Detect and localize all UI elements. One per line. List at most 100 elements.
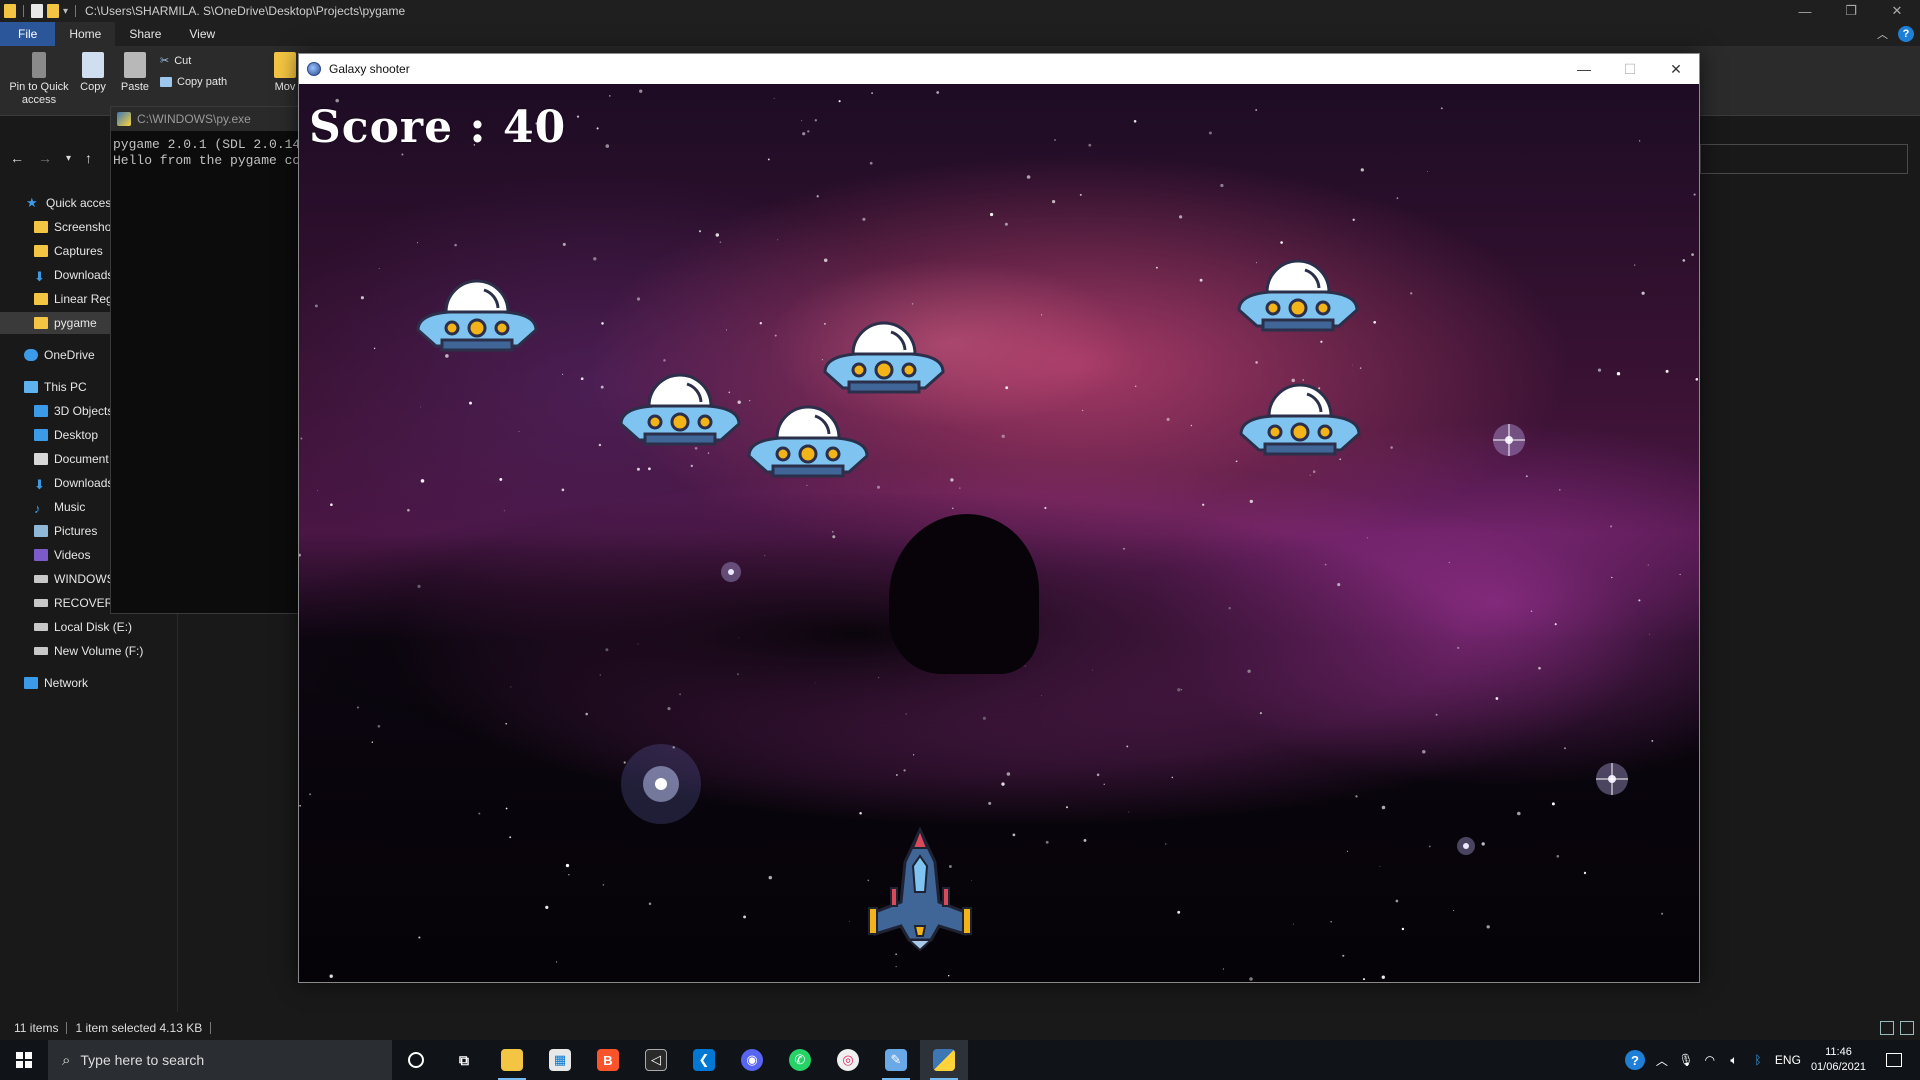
start-button[interactable] — [0, 1040, 48, 1080]
maximize-button[interactable]: ☐ — [1607, 54, 1653, 84]
drive-icon — [34, 599, 48, 607]
help-icon[interactable]: ? — [1898, 26, 1914, 42]
divider — [66, 1022, 68, 1034]
file-explorer-button[interactable] — [488, 1040, 536, 1080]
spaceship-shape — [868, 826, 972, 952]
ufo-shape — [1237, 259, 1359, 332]
tab-home[interactable]: Home — [55, 22, 116, 46]
nav-label: Music — [54, 500, 86, 514]
chevron-up-icon[interactable]: ︿ — [1877, 26, 1888, 42]
vscode-button[interactable]: ❮ — [680, 1040, 728, 1080]
discord-icon: ◉ — [741, 1049, 763, 1071]
whatsapp-icon: ✆ — [789, 1049, 811, 1071]
store-button[interactable]: ▦ — [536, 1040, 584, 1080]
scissors-icon: ✂ — [160, 55, 170, 67]
python-icon — [933, 1049, 955, 1071]
notification-button[interactable] — [1876, 1053, 1912, 1067]
cube-icon — [34, 405, 48, 417]
nav-label: Document — [54, 452, 109, 466]
minimize-button[interactable]: — — [1782, 0, 1828, 22]
game-window[interactable]: Galaxy shooter — ☐ ✕ Score : 40 — [298, 53, 1700, 983]
chevron-up-icon[interactable]: ︿ — [1655, 1053, 1669, 1068]
ufo-enemy — [1237, 259, 1359, 332]
nav-label: Network — [44, 676, 89, 690]
copy-path-button[interactable]: Copy path — [160, 76, 227, 88]
task-view-button[interactable]: ⧉ — [440, 1040, 488, 1080]
close-button[interactable]: ✕ — [1653, 54, 1699, 84]
close-button[interactable]: ✕ — [1874, 0, 1920, 22]
drive-icon — [34, 575, 48, 583]
tab-file[interactable]: File — [0, 22, 56, 46]
move-to-button[interactable]: Mov — [272, 52, 298, 94]
cloud-icon — [24, 349, 38, 361]
nav-new-volume-f[interactable]: New Volume (F:) — [0, 640, 178, 662]
chevron-down-icon[interactable]: ▾ — [63, 6, 68, 17]
divider — [23, 5, 24, 17]
brave-button[interactable]: B — [584, 1040, 632, 1080]
explorer-titlebar: ▾ C:\Users\SHARMILA. S\OneDrive\Desktop\… — [0, 0, 1920, 22]
selection-info: 1 item selected 4.13 KB — [75, 1021, 203, 1035]
store-icon: ▦ — [549, 1049, 571, 1071]
search-box[interactable] — [1700, 144, 1908, 174]
paint-button[interactable]: ✎ — [872, 1040, 920, 1080]
move-folder-icon — [274, 52, 296, 78]
wifi-icon[interactable]: ◠ — [1703, 1053, 1717, 1067]
paste-button[interactable]: Paste — [120, 52, 150, 94]
vscode-icon: ❮ — [693, 1049, 715, 1071]
microphone-icon[interactable]: 🎙︎ — [1678, 1053, 1693, 1067]
ufo-enemy — [747, 405, 869, 478]
tab-view[interactable]: View — [175, 22, 229, 46]
console-window[interactable]: C:\WINDOWS\py.exe pygame 2.0.1 (SDL 2.0.… — [110, 106, 300, 614]
forward-arrow-icon[interactable]: → — [38, 150, 52, 166]
task-view-icon: ⧉ — [459, 1051, 469, 1068]
video-icon — [34, 549, 48, 561]
console-output: pygame 2.0.1 (SDL 2.0.14 Hello from the p… — [111, 131, 299, 175]
large-icons-view-icon[interactable] — [1900, 1021, 1914, 1035]
game-canvas[interactable]: Score : 40 — [299, 84, 1699, 982]
quick-access-toolbar: ▾ — [0, 4, 79, 18]
restore-button[interactable]: ❐ — [1828, 0, 1874, 22]
score-display: Score : 40 — [309, 102, 567, 153]
nav-label: pygame — [54, 316, 97, 330]
cortana-button[interactable] — [392, 1040, 440, 1080]
search-icon: ⌕ — [62, 1051, 71, 1069]
cut-button[interactable]: ✂ Cut — [160, 54, 191, 68]
nav-network[interactable]: Network — [0, 672, 178, 694]
nav-label: 3D Objects — [54, 404, 114, 418]
copy-label: Copy — [80, 81, 106, 93]
help-icon[interactable]: ? — [1624, 1050, 1645, 1070]
python-button[interactable] — [920, 1040, 968, 1080]
paint-icon: ✎ — [885, 1049, 907, 1071]
instagram-button[interactable]: ◎ — [824, 1040, 872, 1080]
bright-star — [1457, 837, 1475, 855]
clock[interactable]: 11:46 01/06/2021 — [1811, 1045, 1866, 1075]
copy-button[interactable]: Copy — [78, 52, 108, 94]
bluetooth-icon[interactable]: ᛒ — [1751, 1053, 1765, 1067]
whatsapp-button[interactable]: ✆ — [776, 1040, 824, 1080]
folder-icon — [34, 221, 48, 233]
system-tray: ? ︿ 🎙︎ ◠ 🔈︎ ᛒ ENG 11:46 01/06/2021 — [1624, 1040, 1920, 1080]
discord-button[interactable]: ◉ — [728, 1040, 776, 1080]
nav-local-disk-e[interactable]: Local Disk (E:) — [0, 616, 178, 638]
back-arrow-icon[interactable]: ← — [10, 150, 24, 166]
language-indicator[interactable]: ENG — [1775, 1053, 1801, 1067]
taskbar-search[interactable]: ⌕ Type here to search — [48, 1040, 392, 1080]
drive-icon — [34, 623, 48, 631]
visual-studio-button[interactable]: ◁ — [632, 1040, 680, 1080]
ufo-enemy — [416, 279, 538, 352]
pin-to-quick-access-button[interactable]: Pin to Quick access — [6, 52, 72, 107]
recent-locations-icon[interactable]: ▾ — [66, 153, 71, 164]
status-bar: 11 items 1 item selected 4.13 KB — [0, 1016, 1920, 1040]
drive-icon — [34, 647, 48, 655]
tab-share[interactable]: Share — [115, 22, 175, 46]
copy-path-label: Copy path — [177, 76, 228, 88]
new-folder-icon[interactable] — [47, 4, 59, 18]
copy-path-icon — [160, 77, 172, 87]
document-icon — [34, 453, 48, 465]
up-arrow-icon[interactable]: ↑ — [85, 150, 92, 166]
details-view-icon[interactable] — [1880, 1021, 1894, 1035]
notification-icon — [1886, 1053, 1902, 1067]
minimize-button[interactable]: — — [1561, 54, 1607, 84]
properties-icon[interactable] — [31, 4, 43, 18]
volume-icon[interactable]: 🔈︎ — [1727, 1053, 1741, 1067]
